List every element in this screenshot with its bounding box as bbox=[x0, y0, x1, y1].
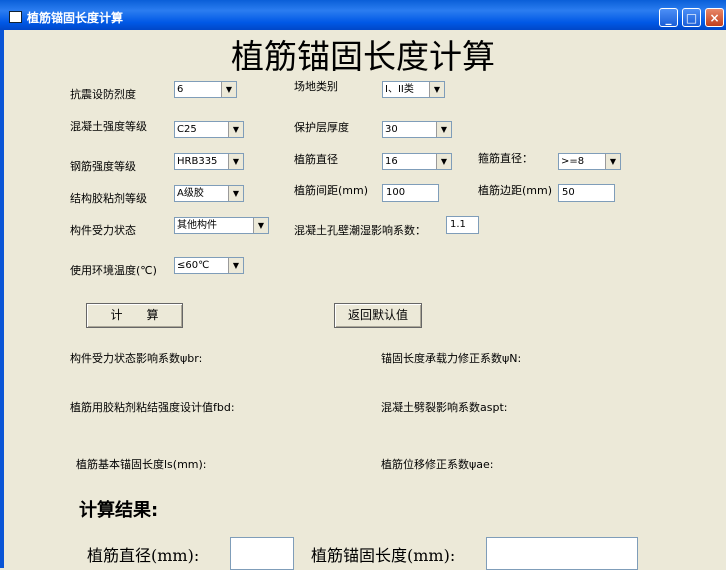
edge-label: 植筋边距(mm) bbox=[478, 184, 553, 197]
close-button[interactable]: × bbox=[705, 8, 724, 27]
seismic-value: 6 bbox=[177, 84, 184, 95]
seismic-select[interactable]: 6 ▼ bbox=[174, 81, 237, 98]
temp-value: ≤60℃ bbox=[177, 260, 210, 271]
maximize-icon: □ bbox=[685, 11, 698, 25]
cover-value: 30 bbox=[385, 124, 398, 135]
result-dia-field bbox=[230, 537, 294, 570]
chevron-down-icon[interactable]: ▼ bbox=[228, 186, 243, 201]
wet-input[interactable]: 1.1 bbox=[446, 216, 479, 234]
bar-dia-value: 16 bbox=[385, 156, 398, 167]
steel-select[interactable]: HRB335 ▼ bbox=[174, 153, 244, 170]
stress-label: 构件受力状态 bbox=[70, 224, 136, 237]
title-bar: 植筋锚固长度计算 _ □ × bbox=[0, 0, 726, 30]
spacing-label: 植筋间距(mm) bbox=[294, 184, 369, 197]
page-title: 植筋锚固长度计算 bbox=[231, 37, 495, 76]
psi-br-label: 构件受力状态影响系数ψbr: bbox=[70, 352, 203, 365]
adhesive-value: A级胶 bbox=[177, 188, 204, 199]
wet-label: 混凝土孔壁潮湿影响系数： bbox=[294, 224, 426, 237]
minimize-icon: _ bbox=[665, 11, 672, 25]
concrete-select[interactable]: C25 ▼ bbox=[174, 121, 244, 138]
stress-select[interactable]: 其他构件 ▼ bbox=[174, 217, 269, 234]
temp-select[interactable]: ≤60℃ ▼ bbox=[174, 257, 244, 274]
app-icon bbox=[9, 11, 22, 23]
spacing-input[interactable]: 100 bbox=[382, 184, 439, 202]
chevron-down-icon[interactable]: ▼ bbox=[228, 258, 243, 273]
result-len-field bbox=[486, 537, 638, 570]
psi-ae-label: 植筋位移修正系数ψae: bbox=[381, 458, 494, 471]
calculate-button[interactable]: 计 算 bbox=[86, 303, 183, 328]
stirrup-label: 箍筋直径： bbox=[478, 152, 533, 165]
chevron-down-icon[interactable]: ▼ bbox=[436, 122, 451, 137]
temp-label: 使用环境温度(℃) bbox=[70, 264, 157, 277]
chevron-down-icon[interactable]: ▼ bbox=[228, 122, 243, 137]
cover-select[interactable]: 30 ▼ bbox=[382, 121, 452, 138]
chevron-down-icon[interactable]: ▼ bbox=[228, 154, 243, 169]
adhesive-label: 结构胶粘剂等级 bbox=[70, 192, 147, 205]
reset-default-button[interactable]: 返回默认值 bbox=[334, 303, 422, 328]
adhesive-select[interactable]: A级胶 ▼ bbox=[174, 185, 244, 202]
window-title: 植筋锚固长度计算 bbox=[27, 11, 124, 25]
edge-input[interactable]: 50 bbox=[558, 184, 615, 202]
ls-label: 植筋基本锚固长度ls(mm): bbox=[76, 458, 207, 471]
site-label: 场地类别 bbox=[294, 80, 338, 93]
result-len-label: 植筋锚固长度(mm): bbox=[311, 546, 456, 565]
minimize-button[interactable]: _ bbox=[659, 8, 678, 27]
site-select[interactable]: I、II类 ▼ bbox=[382, 81, 445, 98]
stirrup-value: >=8 bbox=[561, 156, 585, 167]
bar-dia-label: 植筋直径 bbox=[294, 153, 338, 166]
chevron-down-icon[interactable]: ▼ bbox=[605, 154, 620, 169]
steel-label: 钢筋强度等级 bbox=[70, 160, 136, 173]
stirrup-select[interactable]: >=8 ▼ bbox=[558, 153, 621, 170]
aspt-label: 混凝土劈裂影响系数aspt: bbox=[381, 401, 508, 414]
concrete-label: 混凝土强度等级 bbox=[70, 120, 147, 133]
bar-dia-select[interactable]: 16 ▼ bbox=[382, 153, 452, 170]
fbd-label: 植筋用胶粘剂粘结强度设计值fbd: bbox=[70, 401, 235, 414]
concrete-value: C25 bbox=[177, 124, 197, 135]
chevron-down-icon[interactable]: ▼ bbox=[429, 82, 444, 97]
client-area bbox=[4, 30, 726, 568]
psi-n-label: 锚固长度承载力修正系数ψN: bbox=[381, 352, 522, 365]
chevron-down-icon[interactable]: ▼ bbox=[253, 218, 268, 233]
maximize-button[interactable]: □ bbox=[682, 8, 701, 27]
close-icon: × bbox=[709, 11, 720, 25]
chevron-down-icon[interactable]: ▼ bbox=[436, 154, 451, 169]
result-dia-label: 植筋直径(mm): bbox=[87, 546, 200, 565]
seismic-label: 抗震设防烈度 bbox=[70, 88, 136, 101]
chevron-down-icon[interactable]: ▼ bbox=[221, 82, 236, 97]
cover-label: 保护层厚度 bbox=[294, 121, 349, 134]
stress-value: 其他构件 bbox=[177, 220, 217, 231]
results-heading: 计算结果: bbox=[79, 500, 159, 521]
site-value: I、II类 bbox=[385, 84, 414, 95]
steel-value: HRB335 bbox=[177, 156, 218, 167]
